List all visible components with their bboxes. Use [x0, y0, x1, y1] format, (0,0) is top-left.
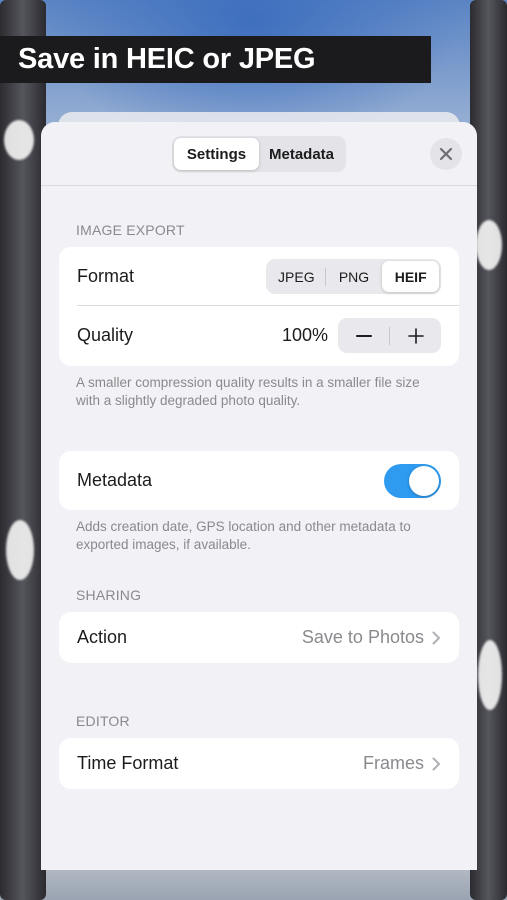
minus-icon [355, 334, 372, 337]
snow-patch [6, 520, 34, 580]
quality-increment-button[interactable] [390, 318, 441, 353]
image-export-group: Format JPEG PNG HEIF Quality 100% [59, 247, 459, 366]
section-label-sharing: SHARING [76, 587, 142, 603]
action-row[interactable]: Action Save to Photos [59, 612, 459, 663]
sheet-header: Settings Metadata [41, 122, 477, 186]
promo-banner: Save in HEIC or JPEG [0, 36, 431, 83]
quality-value: 100% [281, 325, 328, 345]
chevron-right-icon [432, 757, 440, 770]
snow-patch [476, 220, 502, 270]
settings-sheet: Settings Metadata IMAGE EXPORT Format JP… [41, 122, 477, 870]
quality-stepper [338, 318, 441, 353]
metadata-label: Metadata [77, 470, 153, 490]
format-label: Format [77, 266, 135, 286]
format-option-heif[interactable]: HEIF [382, 261, 440, 292]
tab-settings[interactable]: Settings [174, 138, 259, 170]
quality-decrement-button[interactable] [338, 318, 389, 353]
section-label-editor: EDITOR [76, 713, 130, 729]
time-format-label: Time Format [77, 753, 179, 773]
format-row: Format JPEG PNG HEIF [59, 247, 459, 306]
close-button[interactable] [430, 138, 462, 170]
metadata-footnote: Adds creation date, GPS location and oth… [76, 519, 411, 552]
editor-group: Time Format Frames [59, 738, 459, 789]
action-label: Action [77, 627, 128, 647]
sharing-group: Action Save to Photos [59, 612, 459, 663]
quality-label: Quality [77, 325, 134, 345]
action-value: Save to Photos [301, 627, 424, 647]
close-icon [439, 147, 453, 161]
quality-row: Quality 100% [59, 306, 459, 365]
snow-patch [4, 120, 34, 160]
toggle-knob [409, 465, 439, 496]
metadata-toggle[interactable] [384, 463, 441, 498]
tab-metadata[interactable]: Metadata [259, 138, 344, 170]
quality-footnote: A smaller compression quality results in… [76, 375, 420, 408]
format-option-jpeg[interactable]: JPEG [268, 261, 325, 292]
format-option-png[interactable]: PNG [326, 261, 383, 292]
plus-icon [407, 327, 424, 344]
section-label-image-export: IMAGE EXPORT [76, 222, 185, 238]
snow-patch [478, 640, 502, 710]
time-format-value: Frames [362, 753, 424, 773]
chevron-right-icon [432, 631, 440, 644]
format-segmented-control: JPEG PNG HEIF [266, 259, 441, 294]
banner-title: Save in HEIC or JPEG [18, 43, 316, 75]
metadata-row: Metadata [59, 451, 459, 510]
time-format-row[interactable]: Time Format Frames [59, 738, 459, 789]
metadata-group: Metadata [59, 451, 459, 510]
settings-metadata-tabs: Settings Metadata [172, 136, 346, 172]
